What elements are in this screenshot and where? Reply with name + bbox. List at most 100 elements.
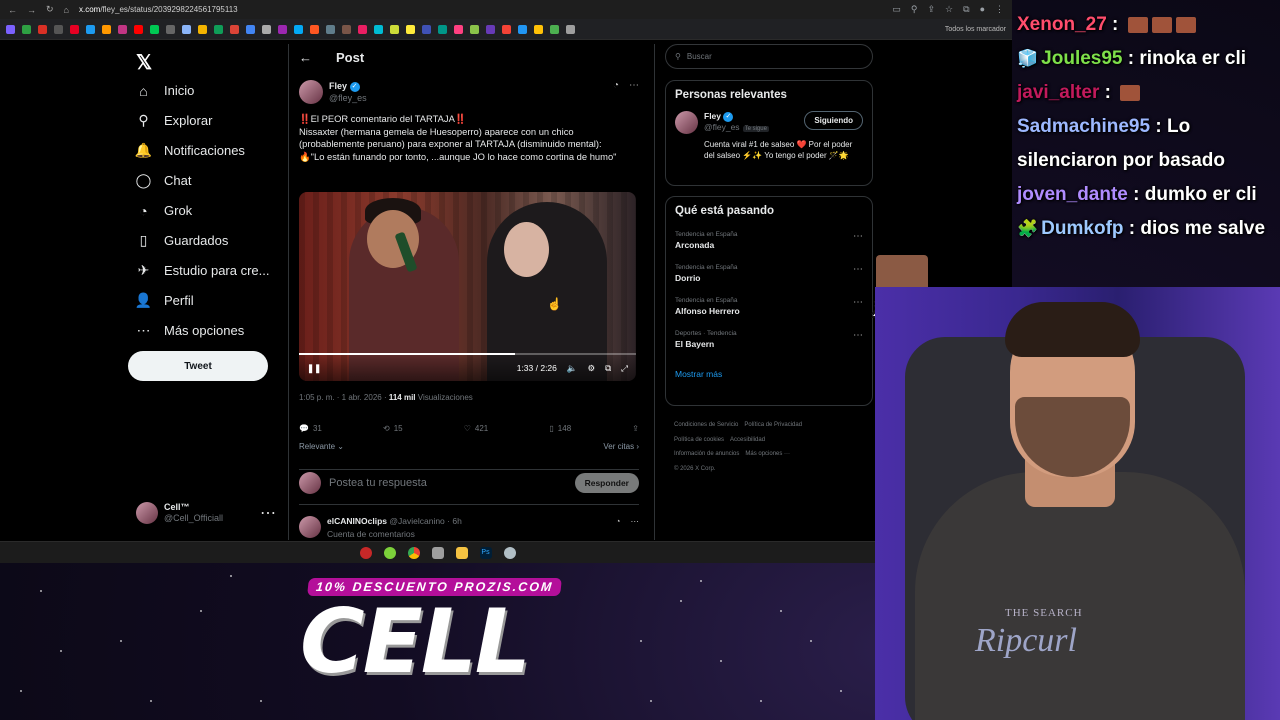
home-icon[interactable]: ⌂ xyxy=(64,5,69,15)
bookmark-icon[interactable] xyxy=(262,24,271,34)
share-icon[interactable]: ⇪ xyxy=(928,4,936,15)
footer-link[interactable]: Información de anuncios xyxy=(674,451,739,457)
nav-item-más-opciones[interactable]: ⋯ Más opciones xyxy=(136,322,245,338)
bookmark-icon[interactable] xyxy=(406,24,415,34)
bookmark-icon[interactable] xyxy=(438,24,447,34)
bookmark-icon[interactable] xyxy=(166,24,175,34)
nav-item-inicio[interactable]: ⌂ Inicio xyxy=(136,83,194,99)
author-name[interactable]: Fley xyxy=(329,81,347,91)
chat-username[interactable]: Dumkofp xyxy=(1041,218,1123,239)
url-field[interactable]: x.com/fley_es/status/2039298224561795113 xyxy=(79,5,238,14)
chat-username[interactable]: Sadmachine95 xyxy=(1017,116,1150,137)
footer-link[interactable]: Más opciones ··· xyxy=(745,451,790,457)
more-options-icon[interactable]: ⋯ xyxy=(853,264,863,275)
more-options-icon[interactable]: ⋯ xyxy=(629,80,639,104)
app-icon[interactable] xyxy=(431,546,444,559)
bookmark-icon[interactable] xyxy=(454,24,463,34)
bookmark-icon[interactable] xyxy=(374,24,383,34)
chat-username[interactable]: javi_alter xyxy=(1017,82,1099,103)
more-options-icon[interactable]: ⋯ xyxy=(853,330,863,341)
more-icon[interactable]: ⋯ xyxy=(260,503,276,523)
chat-app-icon[interactable] xyxy=(383,546,396,559)
bookmark-icon[interactable] xyxy=(342,24,351,34)
grok-icon[interactable]: ◔ xyxy=(613,80,619,104)
trend-item[interactable]: Tendencia en España Arconada ⋯ xyxy=(675,231,863,250)
bookmark-icon[interactable] xyxy=(6,24,15,34)
account-switcher[interactable]: Cell™ @Cell_Officiall ⋯ xyxy=(136,502,276,524)
post-timestamp[interactable]: 1:05 p. m. · 1 abr. 2026 · xyxy=(299,393,387,402)
more-options-icon[interactable]: ⋯ xyxy=(853,231,863,242)
trend-item[interactable]: Tendencia en España Alfonso Herrero ⋯ xyxy=(675,297,863,316)
profile-icon[interactable]: ● xyxy=(980,4,985,15)
reply-button[interactable]: Responder xyxy=(574,473,639,493)
sort-dropdown[interactable]: Relevante ⌄ xyxy=(299,442,344,451)
pip-icon[interactable]: ⧉ xyxy=(605,363,611,374)
author-handle[interactable]: @fley_es xyxy=(329,92,367,104)
grok-icon[interactable]: ◔ xyxy=(615,516,620,527)
bookmark-icon[interactable] xyxy=(198,24,207,34)
bookmark-icon[interactable] xyxy=(470,24,479,34)
nav-item-perfil[interactable]: 👤 Perfil xyxy=(135,292,194,308)
bookmark-action[interactable]: ▯ 148 xyxy=(549,424,571,433)
chat-username[interactable]: Joules95 xyxy=(1041,48,1122,69)
bookmark-icon[interactable] xyxy=(326,24,335,34)
trend-item[interactable]: Deportes · Tendencia El Bayern ⋯ xyxy=(675,330,863,349)
bookmark-icon[interactable] xyxy=(70,24,79,34)
chat-username[interactable]: Xenon_27 xyxy=(1017,14,1107,35)
like-action[interactable]: ♡ 421 xyxy=(464,424,489,433)
footer-link[interactable]: Accesibilidad xyxy=(730,437,765,443)
footer-link[interactable]: Política de cookies xyxy=(674,437,724,443)
folder-icon[interactable] xyxy=(455,546,468,559)
bookmark-icon[interactable] xyxy=(86,24,95,34)
more-options-icon[interactable]: ⋯ xyxy=(853,297,863,308)
bookmark-icon[interactable] xyxy=(230,24,239,34)
bookmark-icon[interactable] xyxy=(422,24,431,34)
back-icon[interactable]: ← xyxy=(299,50,312,65)
nav-item-explorar[interactable]: ⚲ Explorar xyxy=(136,112,212,128)
bookmark-icon[interactable] xyxy=(182,24,191,34)
all-bookmarks-link[interactable]: Todos los marcador xyxy=(945,26,1006,33)
bookmark-icon[interactable] xyxy=(534,24,543,34)
author-avatar[interactable] xyxy=(299,80,323,104)
show-more-link[interactable]: Mostrar más xyxy=(675,369,863,379)
back-arrow-icon[interactable]: ← xyxy=(8,5,17,15)
bookmark-icon[interactable] xyxy=(358,24,367,34)
search-input[interactable]: ⚲ Buscar xyxy=(665,44,873,69)
share-action[interactable]: ⇪ xyxy=(632,424,639,433)
more-options-icon[interactable]: ⋯ xyxy=(631,516,640,527)
record-app-icon[interactable] xyxy=(359,546,372,559)
zoom-icon[interactable]: ⚲ xyxy=(911,4,918,15)
cast-icon[interactable]: ▭ xyxy=(892,4,901,15)
forward-arrow-icon[interactable]: → xyxy=(27,5,36,15)
bookmark-icon[interactable] xyxy=(390,24,399,34)
next-reply[interactable]: elCANINOclips @Javielcanino · 6h Cuenta … xyxy=(299,516,639,539)
nav-item-guardados[interactable]: ▯ Guardados xyxy=(136,232,229,248)
bookmark-icon[interactable] xyxy=(246,24,255,34)
footer-link[interactable]: Política de Privacidad xyxy=(744,422,802,428)
chrome-icon[interactable] xyxy=(407,546,420,559)
bookmark-icon[interactable] xyxy=(486,24,495,34)
nav-item-estudio-para-cre-[interactable]: ✈ Estudio para cre... xyxy=(136,262,270,278)
menu-icon[interactable]: ⋮ xyxy=(995,4,1004,15)
chat-username[interactable]: joven_dante xyxy=(1017,184,1128,205)
bookmark-icon[interactable] xyxy=(566,24,575,34)
settings-icon[interactable]: ⚙ xyxy=(587,363,595,374)
bookmark-icon[interactable] xyxy=(134,24,143,34)
tweet-button[interactable]: Tweet xyxy=(128,351,268,381)
bookmark-icon[interactable] xyxy=(118,24,127,34)
bookmark-icon[interactable] xyxy=(214,24,223,34)
reply-author-name[interactable]: elCANINOclips xyxy=(327,516,387,526)
bookmark-icon[interactable] xyxy=(550,24,559,34)
app-icon[interactable] xyxy=(503,546,516,559)
volume-icon[interactable]: 🔈 xyxy=(567,363,578,374)
bookmark-icon[interactable] xyxy=(502,24,511,34)
bookmark-icon[interactable] xyxy=(150,24,159,34)
bookmark-icon[interactable] xyxy=(54,24,63,34)
nav-item-grok[interactable]: ◔ Grok xyxy=(136,203,192,219)
trend-item[interactable]: Tendencia en España Dorrio ⋯ xyxy=(675,264,863,283)
bookmark-icon[interactable] xyxy=(278,24,287,34)
bookmark-icon[interactable] xyxy=(518,24,527,34)
reply-input[interactable]: Postea tu respuesta xyxy=(329,477,427,489)
bookmark-icon[interactable] xyxy=(102,24,111,34)
nav-item-chat[interactable]: ◯ Chat xyxy=(136,172,192,188)
